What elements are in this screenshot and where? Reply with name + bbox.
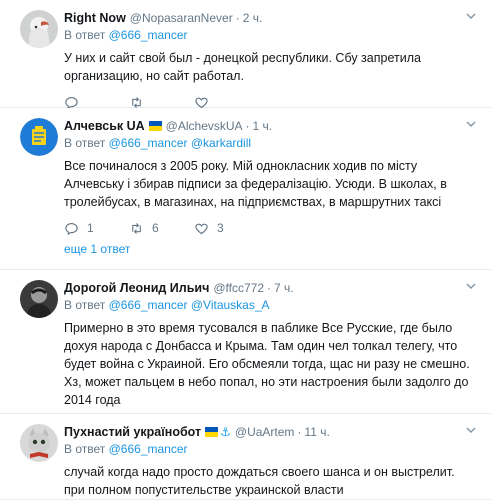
author-name[interactable]: Right Now [64, 10, 126, 26]
tweet-time[interactable]: 1 ч. [253, 118, 273, 134]
reply-to-line: В ответ @666_mancer @karkardill [64, 136, 252, 150]
retweet-count: 6 [152, 221, 159, 235]
author-handle[interactable]: @UaArtem [235, 424, 295, 440]
tweet-card[interactable]: Алчевськ UA @AlchevskUA · 1 ч. В ответ @… [0, 108, 491, 270]
author-handle[interactable]: @AlchevskUA [166, 118, 243, 134]
tweet-time[interactable]: 11 ч. [304, 424, 329, 440]
tweet-time[interactable]: 2 ч. [243, 10, 263, 26]
like-button[interactable]: 3 [194, 221, 259, 236]
author-name[interactable]: Алчевськ UA [64, 118, 145, 134]
chevron-down-icon[interactable] [465, 280, 477, 292]
anchor-icon: ⚓ [220, 425, 231, 439]
ukraine-flag-icon [205, 427, 219, 437]
tweet-text: Примерно в это время тусовался в паблике… [64, 321, 470, 407]
mention-link[interactable]: @666_mancer [109, 136, 188, 150]
more-replies-link[interactable]: еще 1 ответ [64, 242, 130, 256]
like-count: 3 [217, 221, 224, 235]
reply-to-line: В ответ @666_mancer @Vitauskas_A [64, 298, 270, 312]
mention-link[interactable]: @666_mancer [109, 28, 188, 42]
avatar[interactable] [20, 424, 58, 462]
chevron-down-icon[interactable] [465, 10, 477, 22]
avatar[interactable] [20, 10, 58, 48]
tweet-time[interactable]: 7 ч. [274, 280, 294, 296]
tweet-actions: 1 6 3 [64, 219, 477, 237]
tweet-card[interactable]: Дорогой Леонид Ильич @ffcc772 · 7 ч. В о… [0, 270, 491, 433]
reply-icon [65, 222, 78, 235]
author-name[interactable]: Дорогой Леонид Ильич [64, 280, 209, 296]
tweet-card[interactable]: Right Now @NopasaranNever · 2 ч. В ответ… [0, 0, 491, 109]
chevron-down-icon[interactable] [465, 118, 477, 130]
mention-link[interactable]: @karkardill [191, 136, 251, 150]
heart-icon [195, 223, 208, 234]
reply-to-line: В ответ @666_mancer [64, 28, 188, 42]
chevron-down-icon[interactable] [465, 424, 477, 436]
author-name[interactable]: Пухнастий українобот [64, 424, 201, 440]
reply-to-line: В ответ @666_mancer [64, 442, 188, 456]
author-handle[interactable]: @NopasaranNever [130, 10, 233, 26]
reply-count: 1 [87, 221, 94, 235]
tweet-card[interactable]: Пухнастий українобот ⚓ @UaArtem · 11 ч. … [0, 414, 491, 500]
retweet-button[interactable]: 6 [129, 221, 194, 236]
tweet-text: случай когда надо просто дождаться своег… [64, 465, 455, 497]
tweet-text: Все починалося з 2005 року. Мій одноклас… [64, 159, 447, 209]
avatar[interactable] [20, 118, 58, 156]
mention-link[interactable]: @666_mancer [109, 298, 188, 312]
retweet-icon [132, 222, 141, 234]
avatar[interactable] [20, 280, 58, 318]
ukraine-flag-icon [148, 121, 162, 131]
reply-button[interactable]: 1 [64, 221, 129, 236]
tweet-text: У них и сайт свой был - донецкой республ… [64, 51, 421, 83]
mention-link[interactable]: @Vitauskas_A [191, 298, 270, 312]
author-handle[interactable]: @ffcc772 [213, 280, 264, 296]
mention-link[interactable]: @666_mancer [109, 442, 188, 456]
